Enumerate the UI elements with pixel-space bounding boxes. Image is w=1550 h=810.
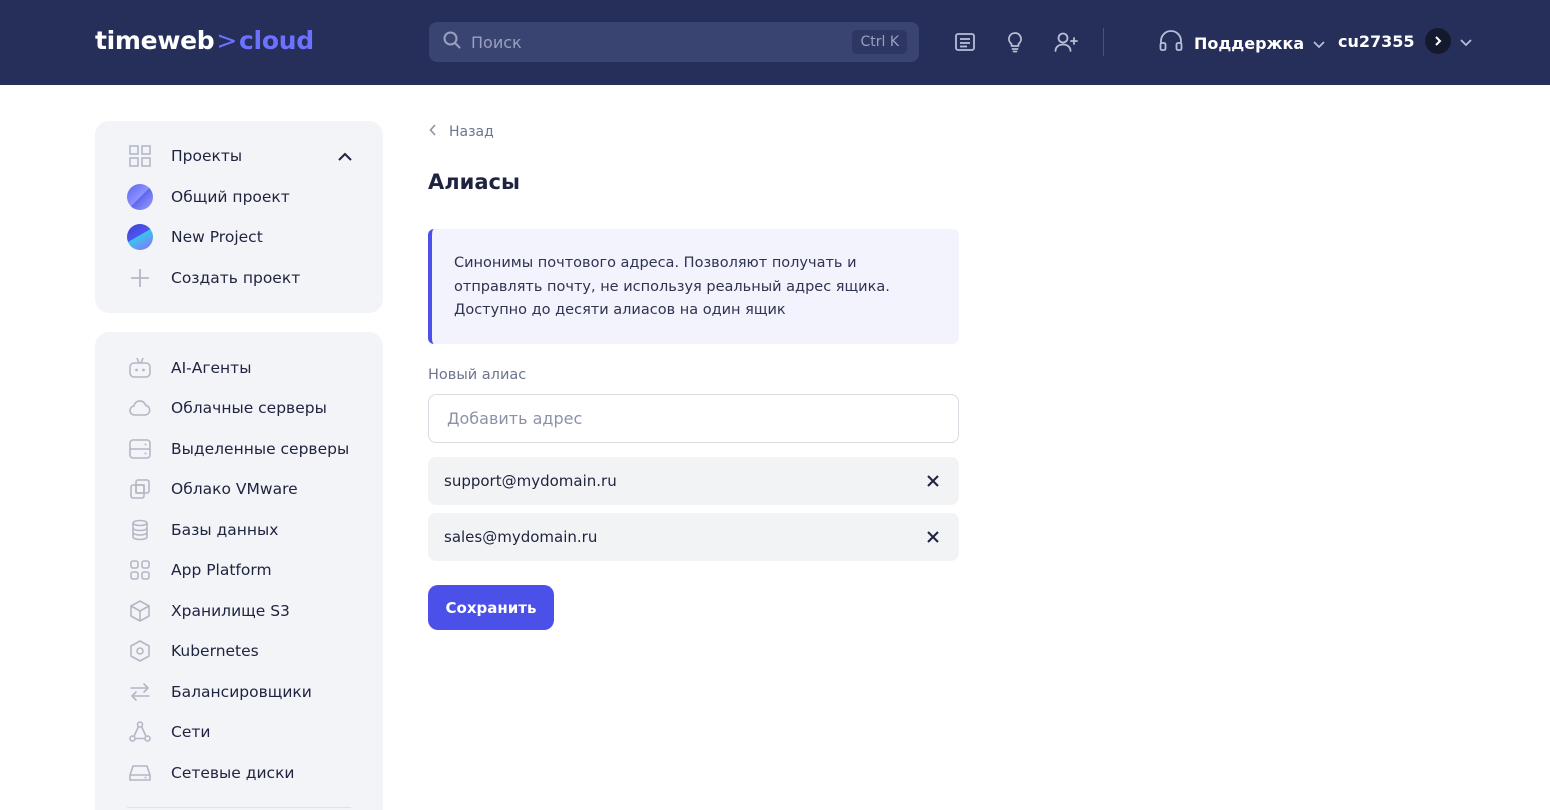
search-placeholder: Поиск — [471, 32, 522, 52]
robot-icon — [127, 355, 153, 381]
sidebar-item-label: Сетевые диски — [171, 764, 295, 782]
sidebar-item-databases[interactable]: Базы данных — [127, 517, 278, 543]
chevron-left-icon — [429, 124, 437, 140]
create-project-button[interactable]: Создать проект — [127, 265, 300, 291]
apps-icon — [127, 557, 153, 583]
save-button[interactable]: Сохранить — [428, 585, 554, 630]
database-icon — [127, 517, 153, 543]
account-menu[interactable]: cu27355 — [1338, 28, 1473, 54]
create-project-label: Создать проект — [171, 269, 301, 287]
disk-icon — [127, 760, 153, 786]
cube-icon — [127, 598, 153, 624]
sidebar-item-vmware[interactable]: Облако VMware — [127, 476, 298, 502]
chevron-right-icon[interactable] — [1424, 28, 1451, 54]
sidebar-item-label: App Platform — [171, 561, 272, 579]
logo[interactable]: timeweb > cloud — [95, 26, 314, 55]
vmware-icon — [127, 476, 153, 502]
sidebar-item-kubernetes[interactable]: Kubernetes — [127, 638, 259, 664]
news-icon[interactable] — [951, 28, 979, 56]
sidebar-item-label: Выделенные серверы — [171, 440, 350, 458]
sidebar-item-app-platform[interactable]: App Platform — [127, 557, 272, 583]
back-label: Назад — [449, 124, 494, 140]
server-icon — [127, 436, 153, 462]
projects-title: Проекты — [171, 147, 243, 165]
top-header: timeweb > cloud Поиск Ctrl K Поддержка cu2… — [0, 0, 1550, 85]
account-name: cu27355 — [1338, 31, 1415, 51]
info-callout: Синонимы почтового адреса. Позволяют пол… — [428, 229, 959, 344]
sidebar-item-dedicated-servers[interactable]: Выделенные серверы — [127, 436, 349, 462]
projects-panel: Проекты Общий проект New Project Создать… — [95, 121, 383, 313]
sidebar-item-load-balancers[interactable]: Балансировщики — [127, 679, 312, 705]
new-alias-input[interactable] — [428, 394, 959, 443]
sidebar-divider — [127, 807, 351, 808]
sidebar-item-label: Сети — [171, 723, 211, 741]
lightbulb-icon[interactable] — [1001, 28, 1029, 56]
support-menu[interactable]: Поддержка — [1158, 29, 1326, 57]
sidebar-item-label: Облако VMware — [171, 480, 298, 498]
alias-item: support@mydomain.ru — [428, 457, 959, 505]
services-panel: AI-Агенты Облачные серверы Выделенные се… — [95, 332, 383, 810]
support-label: Поддержка — [1194, 33, 1305, 53]
alias-address: support@mydomain.ru — [444, 472, 617, 490]
sidebar-item-s3-storage[interactable]: Хранилище S3 — [127, 598, 290, 624]
sidebar-item-ai-agents[interactable]: AI-Агенты — [127, 355, 251, 381]
search-icon — [443, 31, 461, 53]
project-item-new-project[interactable]: New Project — [127, 224, 263, 250]
sidebar-item-label: AI-Агенты — [171, 359, 252, 377]
sidebar-item-cloud-servers[interactable]: Облачные серверы — [127, 395, 327, 421]
sidebar-item-label: Хранилище S3 — [171, 602, 290, 620]
alias-address: sales@mydomain.ru — [444, 528, 598, 546]
cloud-icon — [127, 395, 153, 421]
alias-item: sales@mydomain.ru — [428, 513, 959, 561]
projects-header[interactable]: Проекты — [127, 143, 242, 169]
sidebar-item-label: Облачные серверы — [171, 399, 327, 417]
project-avatar — [127, 224, 153, 250]
sidebar-item-label: Балансировщики — [171, 683, 312, 701]
project-item-general[interactable]: Общий проект — [127, 184, 290, 210]
add-user-icon[interactable] — [1052, 28, 1080, 56]
sidebar-item-networks[interactable]: Сети — [127, 719, 210, 745]
close-icon[interactable] — [923, 527, 943, 547]
sidebar-item-label: Базы данных — [171, 521, 279, 539]
search-shortcut: Ctrl K — [852, 30, 907, 54]
chevron-up-icon[interactable] — [337, 147, 353, 166]
project-avatar — [127, 184, 153, 210]
kubernetes-icon — [127, 638, 153, 664]
network-icon — [127, 719, 153, 745]
sidebar-item-network-disks[interactable]: Сетевые диски — [127, 760, 295, 786]
project-label: Общий проект — [171, 188, 290, 206]
headset-icon — [1158, 29, 1184, 57]
arrows-icon — [127, 679, 153, 705]
search-bar[interactable]: Поиск Ctrl K — [429, 22, 919, 62]
project-label: New Project — [171, 228, 263, 246]
close-icon[interactable] — [923, 471, 943, 491]
new-alias-label: Новый алиас — [428, 367, 527, 383]
chevron-down-icon — [1459, 32, 1473, 51]
plus-icon — [127, 265, 153, 291]
back-link[interactable]: Назад — [429, 124, 494, 140]
grid-icon — [127, 143, 153, 169]
chevron-down-icon — [1312, 34, 1326, 53]
page-title: Алиасы — [428, 170, 520, 194]
sidebar-item-label: Kubernetes — [171, 642, 259, 660]
header-divider — [1103, 28, 1104, 56]
